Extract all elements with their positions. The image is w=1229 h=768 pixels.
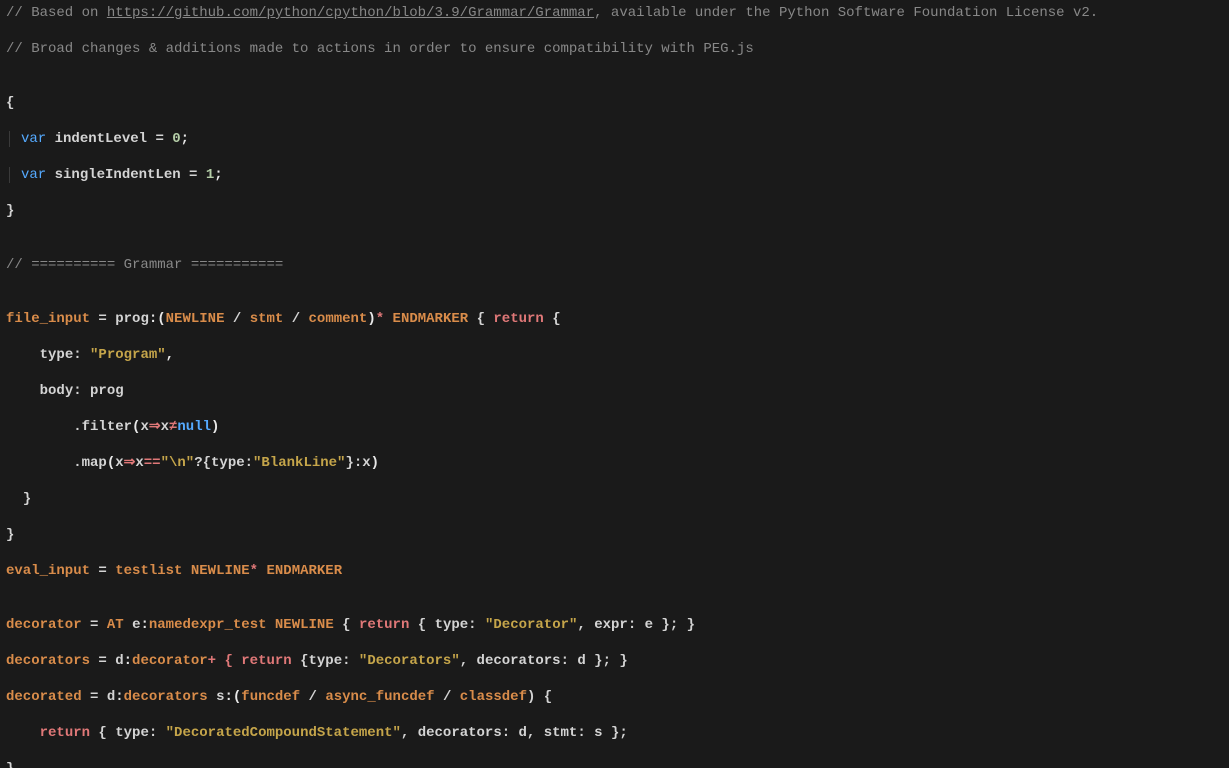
rule-name: decorator bbox=[6, 617, 82, 633]
section-comment: // ========== Grammar =========== bbox=[6, 257, 283, 273]
rule-name: decorators bbox=[6, 653, 90, 669]
comment-line: // Based on https://github.com/python/cp… bbox=[6, 5, 1098, 21]
rule-name: file_input bbox=[6, 311, 90, 327]
code-block: // Based on https://github.com/python/cp… bbox=[0, 0, 1229, 768]
source-link[interactable]: https://github.com/python/cpython/blob/3… bbox=[107, 5, 594, 21]
brace-open: { bbox=[6, 95, 14, 111]
brace-close: } bbox=[6, 203, 14, 219]
comment-line: // Broad changes & additions made to act… bbox=[6, 41, 754, 57]
rule-name: decorated bbox=[6, 689, 82, 705]
keyword-return: return bbox=[493, 311, 543, 327]
rule-name: eval_input bbox=[6, 563, 90, 579]
keyword-var: var bbox=[21, 167, 46, 183]
keyword-var: var bbox=[21, 131, 46, 147]
